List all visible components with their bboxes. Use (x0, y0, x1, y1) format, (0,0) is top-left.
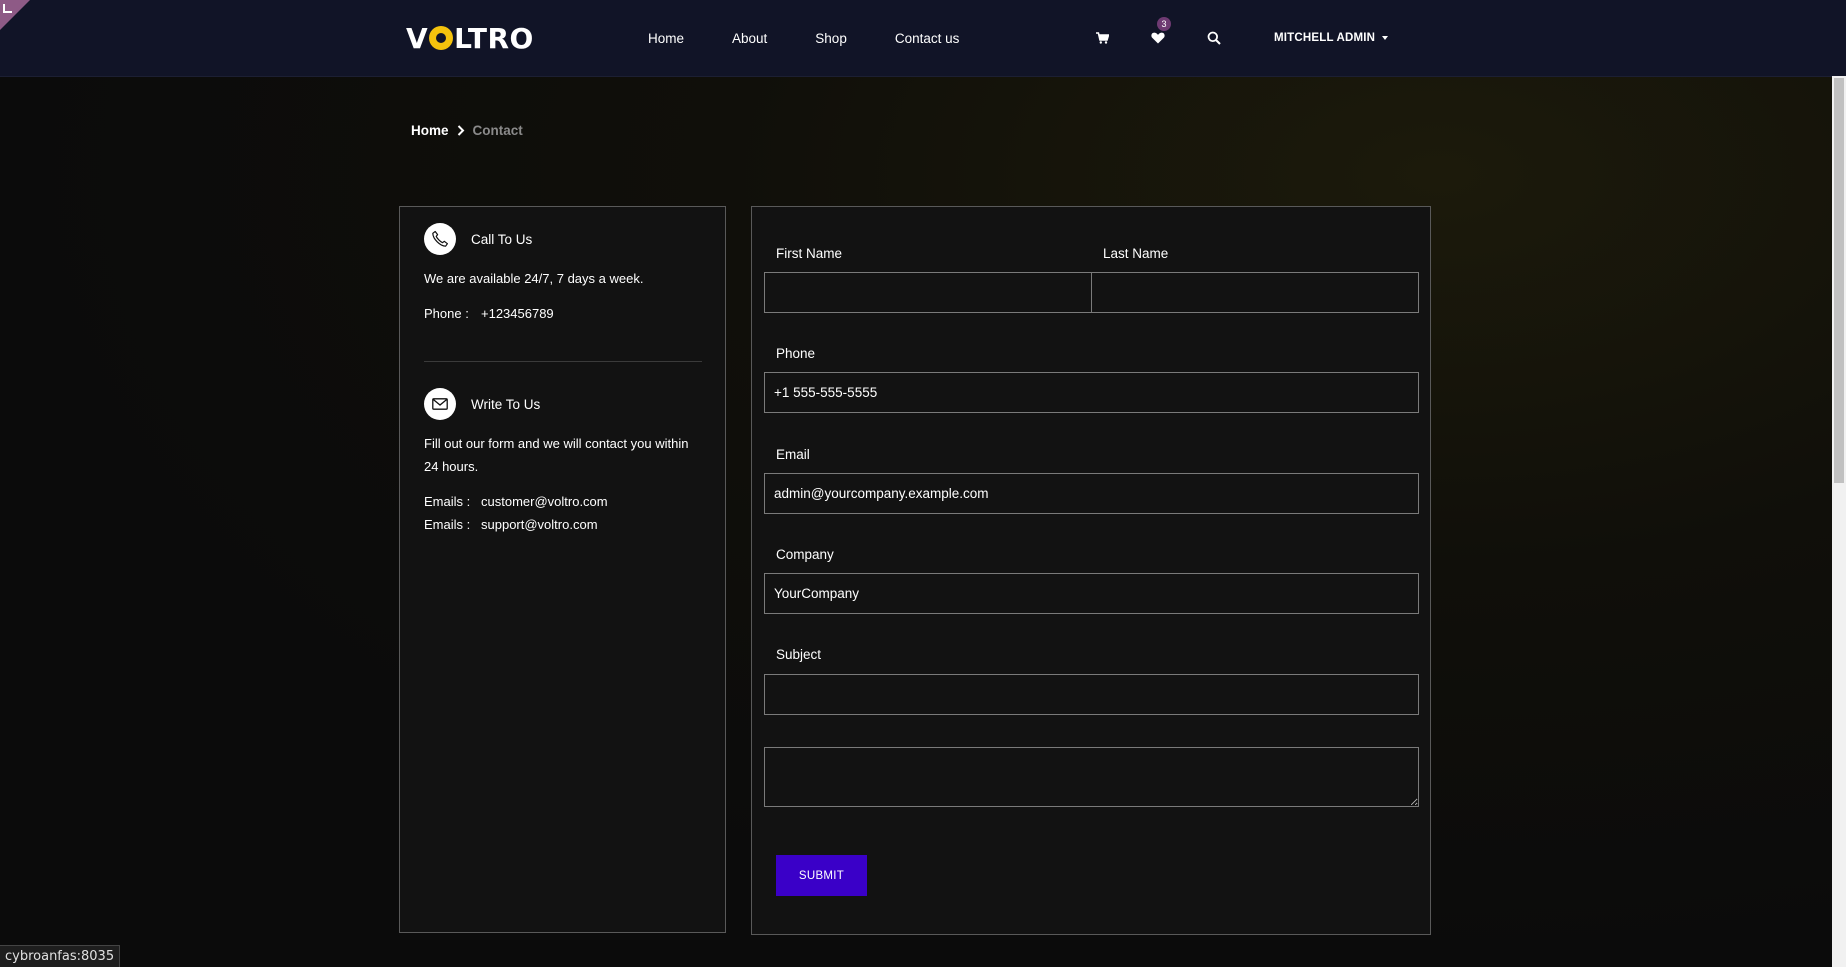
phone-value: +123456789 (481, 306, 554, 321)
chevron-right-icon (457, 125, 465, 136)
message-textarea[interactable] (764, 747, 1419, 807)
emails-label: Emails : (424, 517, 471, 532)
first-name-field[interactable] (764, 272, 1092, 313)
phone-field[interactable] (764, 372, 1419, 413)
search-icon (1207, 31, 1221, 45)
subject-field-label: Subject (776, 647, 822, 662)
user-menu-dropdown[interactable]: MITCHELL ADMIN (1274, 0, 1389, 76)
phone-icon (424, 223, 456, 255)
status-bar-url: cybroanfas:8035 (0, 945, 121, 967)
email-field-label: Email (776, 447, 810, 462)
phone-label: Phone : (424, 306, 469, 321)
contact-form: First Name Last Name Phone Email Company… (751, 206, 1431, 935)
caret-down-icon (1382, 36, 1389, 40)
logo-letter-v: V (406, 21, 429, 55)
breadcrumb: Home Contact (411, 123, 523, 138)
call-title: Call To Us (471, 231, 533, 247)
nav-link-about[interactable]: About (732, 31, 767, 46)
write-description-text: Fill out our form and we will contact yo… (424, 436, 689, 474)
scrollbar-thumb[interactable] (1834, 78, 1844, 483)
last-name-label: Last Name (1103, 246, 1169, 261)
nav-link-home[interactable]: Home (648, 31, 684, 46)
phone-field-label: Phone (776, 346, 816, 361)
call-availability-text: We are available 24/7, 7 days a week. (424, 271, 644, 286)
page: V LTRO Home About Shop Contact us 3 MITC… (0, 0, 1846, 967)
envelope-icon (424, 388, 456, 420)
company-field-label: Company (776, 547, 834, 562)
email-field[interactable] (764, 473, 1419, 514)
wishlist-button[interactable]: 3 (1148, 17, 1171, 48)
breadcrumb-home[interactable]: Home (411, 123, 449, 138)
search-button[interactable] (1204, 28, 1224, 48)
wishlist-count-badge: 3 (1157, 17, 1171, 31)
write-header: Write To Us (424, 388, 702, 420)
breadcrumb-current: Contact (472, 123, 523, 138)
company-field[interactable] (764, 573, 1419, 614)
email-value-support: support@voltro.com (481, 517, 598, 532)
logo-o-icon (429, 26, 454, 50)
user-name: MITCHELL ADMIN (1274, 32, 1376, 44)
call-section: Call To Us We are available 24/7, 7 days… (424, 223, 702, 325)
write-section: Write To Us Fill out our form and we wil… (424, 388, 702, 536)
cart-button[interactable] (1092, 28, 1112, 48)
page-scrollbar[interactable] (1832, 76, 1846, 967)
phone-row: Phone : +123456789 (424, 302, 702, 325)
cart-icon (1095, 32, 1109, 44)
voltro-logo[interactable]: V LTRO (406, 21, 534, 55)
heart-icon (1151, 32, 1165, 44)
nav-icon-group: 3 (1092, 0, 1260, 76)
call-header: Call To Us (424, 223, 702, 255)
submit-button[interactable]: SUBMIT (776, 855, 867, 896)
emails-label: Emails : (424, 494, 471, 509)
main-menu: Home About Shop Contact us (648, 0, 1007, 76)
last-name-field[interactable] (1091, 272, 1419, 313)
nav-link-shop[interactable]: Shop (815, 31, 847, 46)
nav-link-contact-us[interactable]: Contact us (895, 31, 960, 46)
section-divider (424, 361, 702, 362)
email-row-2: Emails : support@voltro.com (424, 513, 702, 536)
subject-field[interactable] (764, 674, 1419, 715)
corner-badge-icon (3, 4, 12, 13)
first-name-label: First Name (776, 246, 843, 261)
contact-info-card: Call To Us We are available 24/7, 7 days… (399, 206, 726, 933)
email-value-customer: customer@voltro.com (481, 494, 608, 509)
logo-letters: LTRO (454, 21, 534, 55)
email-row-1: Emails : customer@voltro.com (424, 490, 702, 513)
top-navbar: V LTRO Home About Shop Contact us 3 MITC… (0, 0, 1846, 76)
write-title: Write To Us (471, 396, 541, 412)
